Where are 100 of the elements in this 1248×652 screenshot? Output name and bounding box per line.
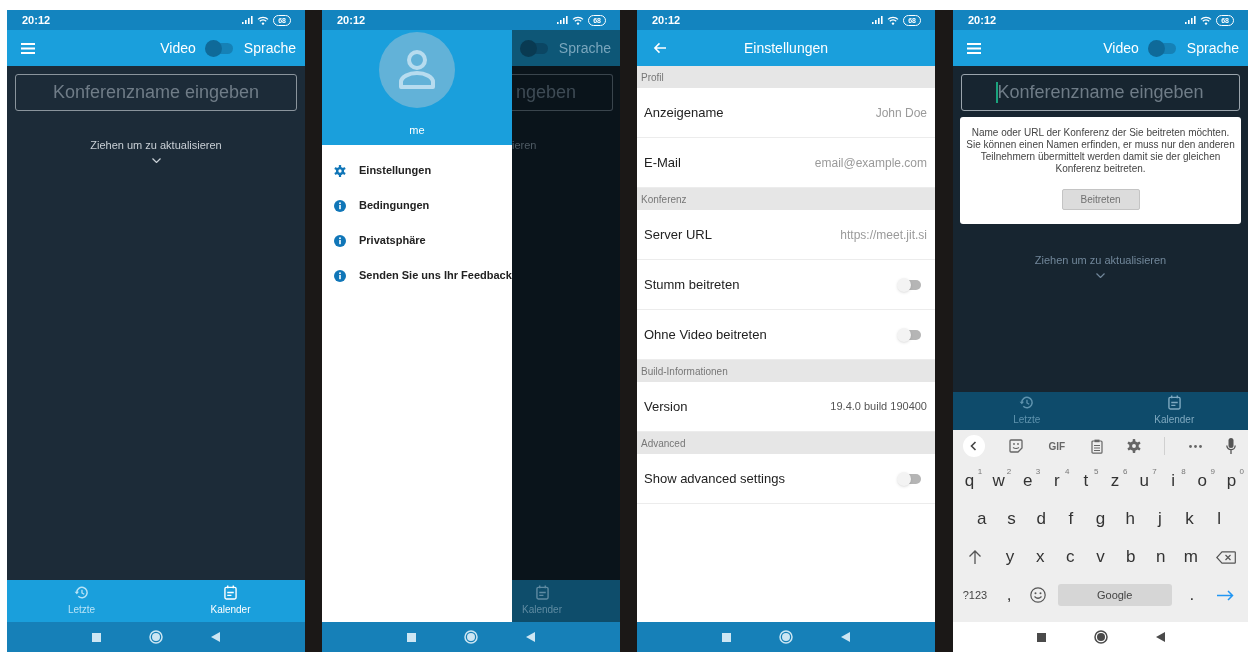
drawer-menu-item[interactable]: Privatsphäre <box>322 223 512 258</box>
wifi-icon <box>887 15 900 25</box>
wifi-icon <box>1200 15 1213 25</box>
back-arrow-icon[interactable] <box>653 42 666 54</box>
key-hint: 3 <box>1035 466 1041 478</box>
keyboard-key[interactable]: y <box>995 538 1026 576</box>
keyboard-key[interactable]: , <box>995 576 1024 614</box>
backspace-icon <box>1216 550 1236 564</box>
signal-icon <box>242 16 254 24</box>
menu-icon[interactable] <box>21 42 35 54</box>
voice-label: Sprache <box>243 38 296 58</box>
setting-label: Version <box>644 397 688 416</box>
smiley-icon <box>1029 587 1046 603</box>
right-arrow-icon <box>1217 589 1235 601</box>
recents-icon[interactable] <box>1036 632 1046 642</box>
keyboard-key[interactable]: l <box>1204 500 1235 538</box>
shift-arrow-icon <box>968 550 982 564</box>
video-label: Video <box>160 38 196 58</box>
signal-icon <box>872 16 884 24</box>
space-bar[interactable]: Google <box>1057 584 1172 606</box>
keyboard-key[interactable]: g <box>1085 500 1116 538</box>
toggle-switch[interactable] <box>897 277 921 292</box>
mode-toggle[interactable] <box>1147 39 1178 57</box>
keyboard-key[interactable]: c <box>1055 538 1086 576</box>
setting-label: Show advanced settings <box>644 469 785 488</box>
more-icon[interactable] <box>1189 444 1203 448</box>
keyboard-key[interactable]: m <box>1175 538 1206 576</box>
setting-label: Anzeigename <box>644 103 724 122</box>
drawer-menu-item[interactable]: Bedingungen <box>322 188 512 223</box>
keyboard-key[interactable]: s <box>996 500 1027 538</box>
key-hint: 4 <box>1064 466 1070 478</box>
keyboard-key[interactable]: d <box>1026 500 1056 538</box>
back-icon[interactable] <box>1155 632 1165 642</box>
gif-button[interactable]: GIF <box>1046 438 1068 454</box>
status-time: 20:12 <box>337 12 366 28</box>
keyboard-key[interactable]: i 8 <box>1158 462 1188 500</box>
setting-label: Stumm beitreten <box>644 275 740 294</box>
tooltip-text: Name oder URL der Konferenz der Sie beitreten möchten. Sie können einen Namen erfinden, er muss nur den anderen Teilnehmern übermittelt werden damit sie der gleichen Konferenz beitreten. <box>966 127 1235 175</box>
settings-icon <box>334 164 346 177</box>
setting-label: Ohne Video beitreten <box>644 325 767 344</box>
key-hint: 2 <box>1006 466 1012 478</box>
chevron-down-icon <box>151 157 161 163</box>
keyboard-key[interactable]: n <box>1145 538 1176 576</box>
keyboard-key[interactable]: h <box>1115 500 1146 538</box>
key-hint: 1 <box>977 466 983 478</box>
microphone-icon[interactable] <box>1225 438 1236 454</box>
setting-label: Server URL <box>644 225 712 244</box>
pull-to-refresh-hint: ieren <box>512 138 538 153</box>
info-icon <box>334 199 346 212</box>
conference-name-field[interactable]: Konferenzname eingeben <box>15 74 297 111</box>
calendar-icon <box>224 585 237 600</box>
setting-value: 19.4.0 build 190400 <box>830 399 927 415</box>
settings-icon[interactable] <box>1126 439 1141 453</box>
calendar-icon <box>535 585 549 600</box>
keyboard-key[interactable]: k <box>1174 500 1205 538</box>
user-name: me <box>409 123 425 138</box>
pull-to-refresh-hint: Ziehen um zu aktualisieren <box>89 138 223 153</box>
wifi-icon <box>257 15 270 25</box>
keyboard-key[interactable]: f <box>1056 500 1086 538</box>
home-icon[interactable] <box>1093 630 1108 644</box>
keyboard-key[interactable]: . <box>1177 576 1206 614</box>
keyboard-key[interactable]: r 4 <box>1042 462 1072 500</box>
sticker-icon[interactable] <box>1008 439 1023 453</box>
section-header: Konferenz <box>637 188 935 210</box>
clipboard-icon[interactable] <box>1090 438 1103 454</box>
person-icon <box>397 49 437 91</box>
keyboard-key[interactable]: v <box>1085 538 1116 576</box>
symbols-key[interactable]: ?123 <box>955 576 995 614</box>
keyboard-key[interactable]: j <box>1145 500 1175 538</box>
info-icon <box>334 269 346 282</box>
section-header: Advanced <box>637 432 935 454</box>
key-hint: 8 <box>1181 466 1186 478</box>
conference-name-field[interactable]: Konferenzname eingeben <box>961 74 1240 111</box>
status-time: 20:12 <box>22 12 51 28</box>
video-label: Video <box>1103 38 1139 58</box>
history-icon <box>1019 395 1035 410</box>
wifi-icon <box>572 15 585 25</box>
toggle-switch[interactable] <box>897 327 921 342</box>
drawer-menu-item[interactable]: Einstellungen <box>322 153 512 188</box>
screen-title: Einstellungen <box>743 38 829 58</box>
info-icon <box>334 234 346 247</box>
mode-toggle[interactable] <box>204 39 235 57</box>
keyboard-key[interactable]: b <box>1115 538 1146 576</box>
keyboard-key[interactable]: t 5 <box>1071 462 1101 500</box>
toggle-switch[interactable] <box>897 471 921 486</box>
keyboard-key[interactable]: z 6 <box>1100 462 1130 500</box>
key-hint: 6 <box>1123 466 1128 478</box>
history-icon <box>74 585 89 600</box>
tab[interactable]: Kalender <box>1100 392 1248 430</box>
keyboard-key[interactable]: a <box>967 500 997 538</box>
calendar-icon <box>1167 395 1181 410</box>
voice-label: Sprache <box>1186 38 1239 58</box>
menu-icon[interactable] <box>967 42 981 54</box>
drawer-menu-item[interactable]: Senden Sie uns Ihr Feedback <box>322 258 512 293</box>
collapse-button[interactable] <box>963 435 985 457</box>
chevron-down-icon <box>1096 272 1105 278</box>
key-hint: 0 <box>1239 466 1244 478</box>
keyboard-key[interactable]: x <box>1025 538 1056 576</box>
key-hint: 9 <box>1210 466 1215 478</box>
signal-icon <box>1185 16 1197 24</box>
